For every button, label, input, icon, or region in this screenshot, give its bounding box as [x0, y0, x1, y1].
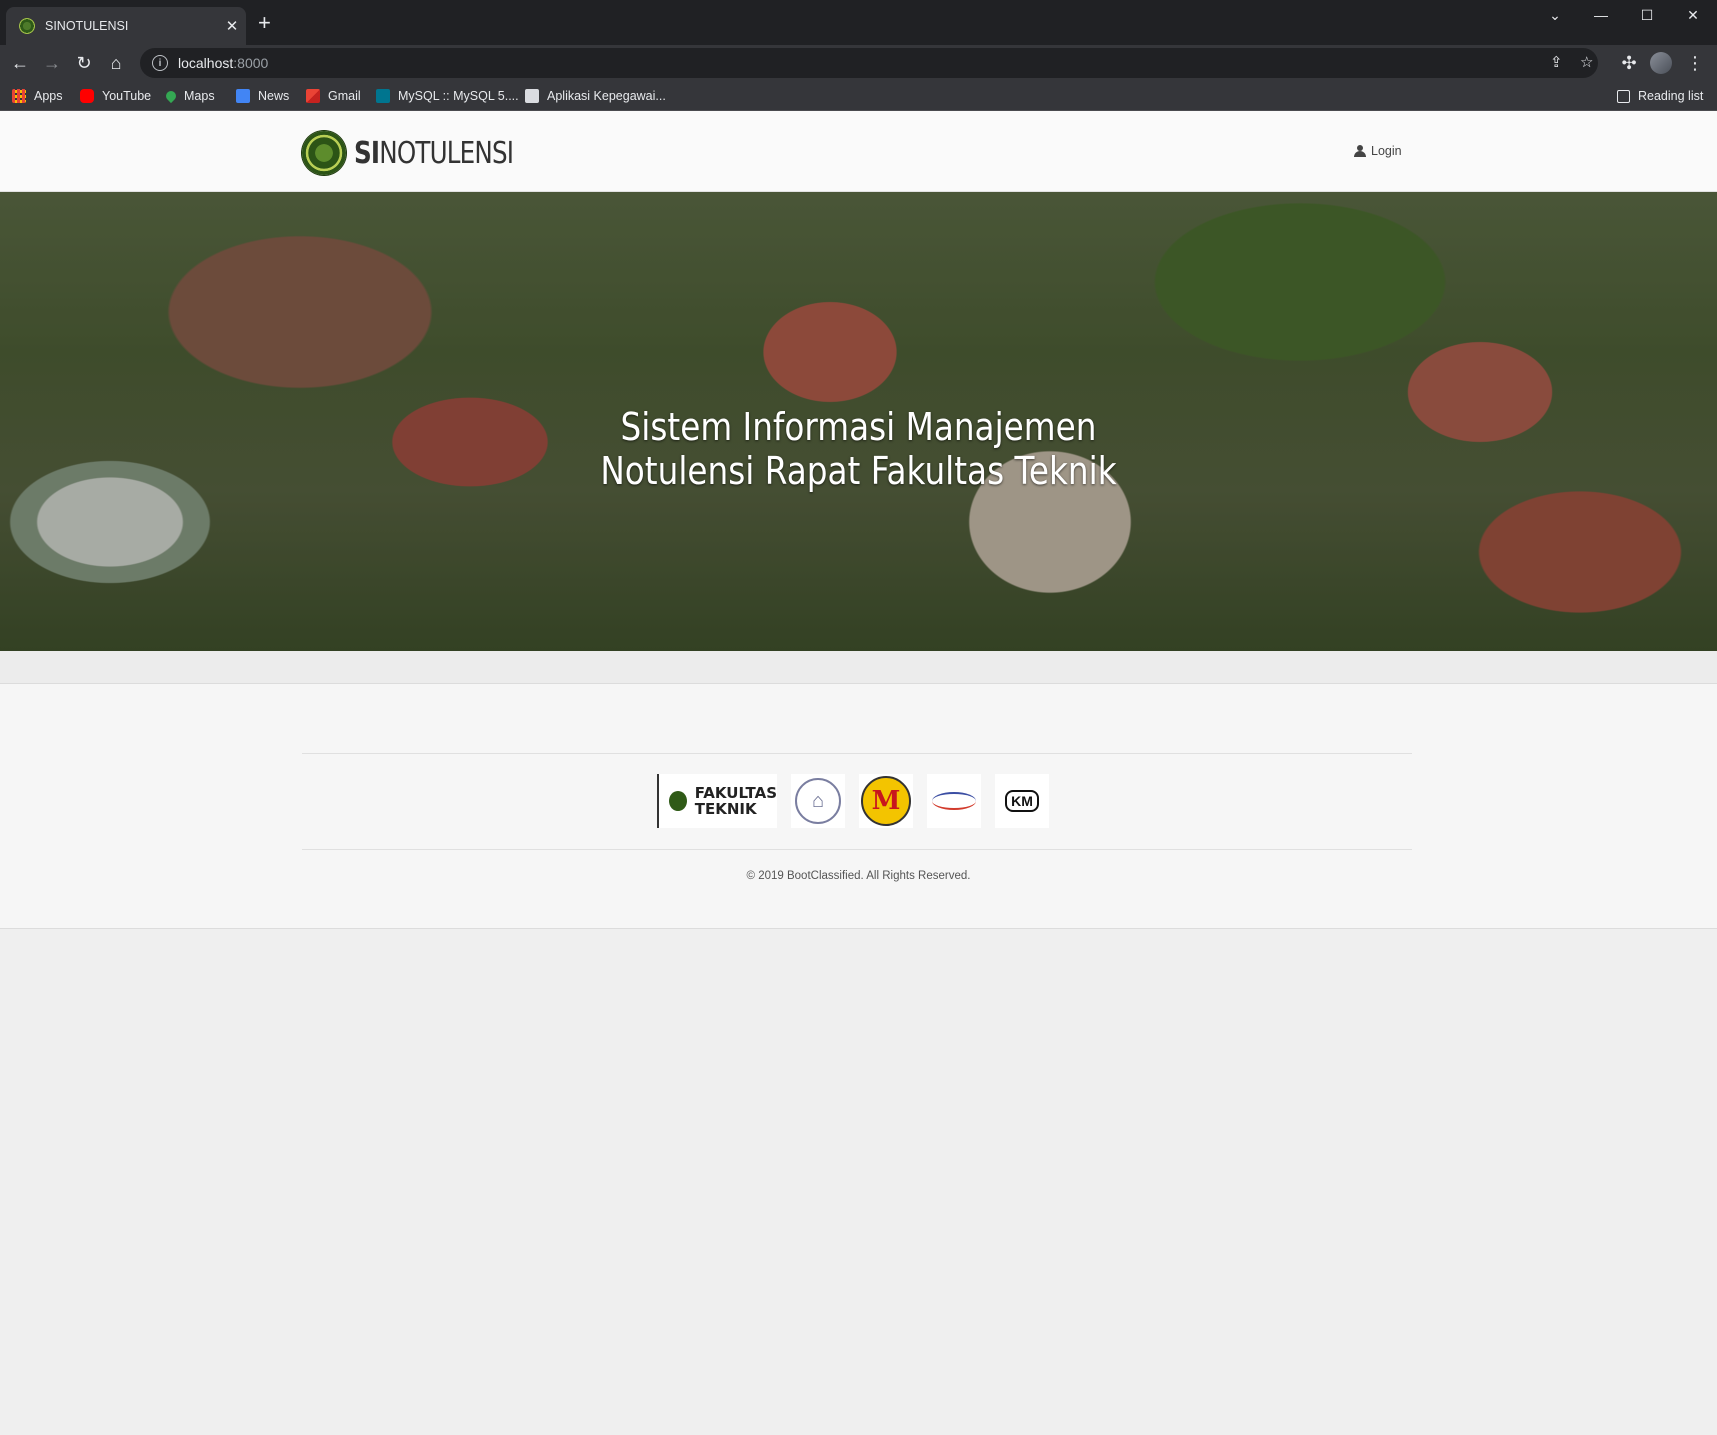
partner-logos: FAKULTAS TEKNIK ⌂ M KM: [657, 774, 1049, 828]
browser-tabstrip: SINOTULENSI ✕ + ⌄ — ☐ ✕: [0, 0, 1717, 45]
site-footer: FAKULTAS TEKNIK ⌂ M KM © 2019 BootClassif…: [0, 684, 1717, 929]
seal-logo[interactable]: ⌂: [791, 774, 845, 828]
profile-avatar[interactable]: [1648, 50, 1674, 76]
bookmark-news[interactable]: News: [236, 86, 289, 106]
umy-emblem-icon: [669, 791, 687, 811]
km-logo[interactable]: KM: [995, 774, 1049, 828]
bookmark-label: YouTube: [102, 89, 152, 103]
hero-title: Sistem Informasi Manajemen Notulensi Rap…: [120, 405, 1597, 493]
fakultas-teknik-text: FAKULTAS TEKNIK: [695, 785, 777, 817]
site-info-icon[interactable]: i: [152, 55, 168, 71]
extensions-icon[interactable]: ✣: [1616, 50, 1642, 76]
bookmark-star-icon[interactable]: ☆: [1580, 53, 1593, 71]
ft-line2: TEKNIK: [694, 800, 757, 818]
home-icon[interactable]: ⌂: [103, 50, 129, 76]
forward-icon[interactable]: →: [39, 50, 65, 76]
bookmark-gmail[interactable]: Gmail: [306, 86, 361, 106]
close-window-icon[interactable]: ✕: [1670, 0, 1716, 30]
m-logo[interactable]: M: [859, 774, 913, 828]
bookmark-label: Aplikasi Kepegawai...: [547, 89, 666, 103]
hmte-emblem-icon: [932, 792, 976, 810]
tab-search-icon[interactable]: ⌄: [1532, 0, 1578, 30]
bookmark-youtube[interactable]: YouTube: [80, 86, 151, 106]
footer-divider-top: [302, 753, 1412, 754]
seal-icon: ⌂: [795, 778, 841, 824]
bookmark-maps[interactable]: Maps: [163, 86, 215, 106]
site-favicon-icon: [19, 18, 35, 34]
hero-title-line1: Sistem Informasi Manajemen: [620, 405, 1097, 449]
apps-grid-icon: [12, 89, 26, 103]
reading-list-icon: [1617, 89, 1630, 103]
copyright-text: © 2019 BootClassified. All Rights Reserv…: [746, 870, 971, 882]
gmail-icon: [306, 89, 320, 103]
url-text: localhost:8000: [178, 55, 268, 71]
tab-close-icon[interactable]: ✕: [218, 17, 246, 35]
m-emblem: M: [861, 776, 911, 826]
km-emblem: KM: [1005, 790, 1039, 812]
bookmark-aplikasi[interactable]: Aplikasi Kepegawai...: [525, 86, 666, 106]
browser-tab[interactable]: SINOTULENSI ✕: [6, 7, 246, 45]
share-icon[interactable]: ⇪: [1550, 53, 1563, 71]
reading-list-button[interactable]: Reading list: [1617, 86, 1703, 106]
brand-rest: NOTULENSI: [379, 135, 514, 171]
reload-icon[interactable]: ↻: [71, 50, 97, 76]
youtube-icon: [80, 89, 94, 103]
hero-title-line2: Notulensi Rapat Fakultas Teknik: [600, 449, 1117, 493]
footer-divider-bottom: [302, 849, 1412, 850]
maps-pin-icon: [163, 88, 179, 104]
reading-list-label: Reading list: [1638, 89, 1704, 103]
bookmark-label: Gmail: [328, 89, 361, 103]
tab-title: SINOTULENSI: [45, 19, 129, 33]
brand-name: SINOTULENSI: [354, 135, 514, 171]
page-icon: [525, 89, 539, 103]
news-icon: [236, 89, 250, 103]
bookmarks-bar: Apps YouTube Maps News Gmail MySQL :: My…: [0, 81, 1717, 111]
new-tab-button[interactable]: +: [258, 12, 271, 34]
brand-bold: SI: [354, 135, 380, 171]
url-host: localhost: [178, 55, 234, 71]
address-bar[interactable]: i localhost:8000 ⇪ ☆: [140, 48, 1598, 78]
hero-banner: Sistem Informasi Manajemen Notulensi Rap…: [0, 192, 1717, 651]
login-link[interactable]: Login: [1354, 144, 1402, 158]
bookmark-label: Apps: [34, 89, 63, 103]
mysql-icon: [376, 89, 390, 103]
hmte-logo[interactable]: [927, 774, 981, 828]
umy-emblem-icon: [302, 131, 346, 175]
fakultas-teknik-logo[interactable]: FAKULTAS TEKNIK: [657, 774, 777, 828]
bookmark-label: News: [258, 89, 290, 103]
bookmark-label: MySQL :: MySQL 5....: [398, 89, 519, 103]
brand-link[interactable]: SINOTULENSI: [302, 131, 548, 175]
bookmark-mysql[interactable]: MySQL :: MySQL 5....: [376, 86, 519, 106]
user-icon: [1354, 145, 1366, 157]
browser-toolbar: ← → ↻ ⌂ i localhost:8000 ⇪ ☆ ✣ ⋮: [0, 45, 1717, 81]
bookmark-apps[interactable]: Apps: [12, 86, 63, 106]
login-label: Login: [1371, 144, 1402, 158]
back-icon[interactable]: ←: [7, 50, 33, 76]
site-navbar: SINOTULENSI Login: [0, 111, 1717, 192]
maximize-icon[interactable]: ☐: [1624, 0, 1670, 30]
menu-kebab-icon[interactable]: ⋮: [1682, 50, 1708, 76]
url-port: :8000: [233, 55, 269, 71]
content-gap: [0, 651, 1717, 684]
minimize-icon[interactable]: —: [1578, 0, 1624, 30]
bookmark-label: Maps: [184, 89, 215, 103]
